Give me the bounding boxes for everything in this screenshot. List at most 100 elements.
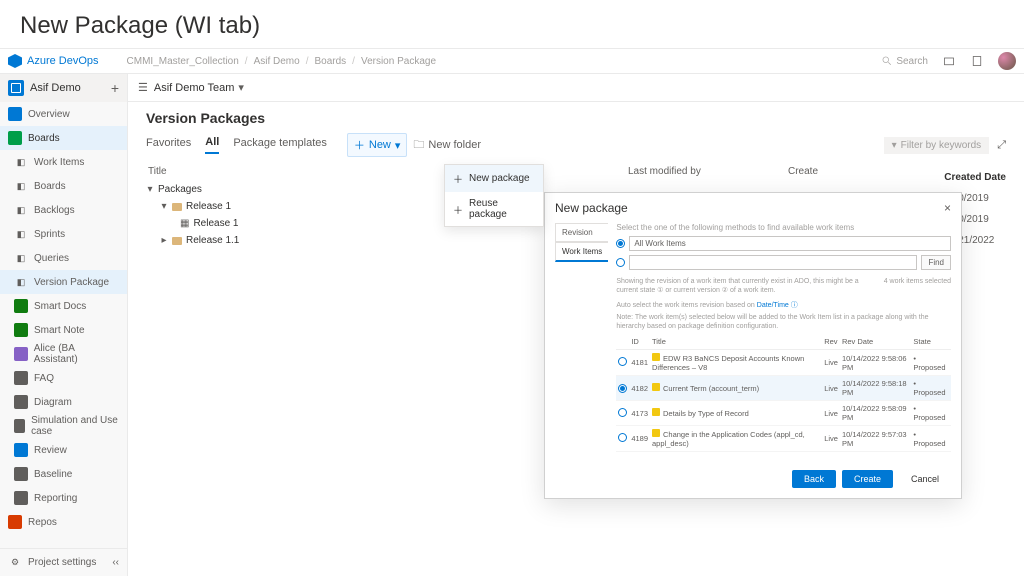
avatar[interactable] <box>998 52 1016 70</box>
sidebar-item-label: Diagram <box>34 397 72 408</box>
sidebar-item-backlogs[interactable]: ◧Backlogs <box>0 198 127 222</box>
cell-rev: Live <box>822 376 840 401</box>
tab-all[interactable]: All <box>205 136 219 154</box>
crumb[interactable]: Version Package <box>361 56 436 67</box>
page-title: New Package (WI tab) <box>0 0 1024 48</box>
back-button[interactable]: Back <box>792 470 836 488</box>
nav-icon <box>14 491 28 505</box>
tab-templates[interactable]: Package templates <box>233 137 327 153</box>
sidebar-item-simulation-and-use-case[interactable]: Simulation and Use case <box>0 414 127 438</box>
create-button[interactable]: Create <box>842 470 893 488</box>
dropdown-item-new-package[interactable]: ＋New package <box>445 165 543 192</box>
settings-icon[interactable] <box>970 54 984 68</box>
team-name[interactable]: Asif Demo Team <box>154 82 235 94</box>
table-row[interactable]: 4182Current Term (account_term)Live10/14… <box>616 376 951 401</box>
sidebar-item-review[interactable]: Review <box>0 438 127 462</box>
row-radio[interactable] <box>618 357 627 366</box>
modal-note2: Auto select the work items revision base… <box>616 301 951 310</box>
sidebar-item-label: Version Package <box>34 277 109 288</box>
nav-icon <box>14 395 28 409</box>
sidebar-item-label: Reporting <box>34 493 77 504</box>
cell-date: 10/14/2022 9:58:18 PM <box>840 376 911 401</box>
row-radio[interactable] <box>618 384 627 393</box>
col-create: Create <box>786 162 846 181</box>
sidebar-item-sprints[interactable]: ◧ Sprints <box>0 222 127 246</box>
radio-query[interactable] <box>616 258 625 267</box>
list-icon: ☰ <box>138 81 148 94</box>
collapse-icon[interactable]: ‹‹ <box>112 557 119 568</box>
marketplace-icon[interactable] <box>942 54 956 68</box>
project-header[interactable]: Asif Demo + <box>0 74 127 102</box>
nav-icon <box>14 347 28 361</box>
nav-icon: ◧ <box>14 275 28 289</box>
team-bar: ☰ Asif Demo Team ▾ <box>128 74 1024 102</box>
new-folder-button[interactable]: 🗀 New folder <box>413 136 481 155</box>
sidebar-item-faq[interactable]: FAQ <box>0 366 127 390</box>
sidebar-item-boards[interactable]: Boards <box>0 126 127 150</box>
section-heading: Version Packages <box>146 110 1006 126</box>
row-radio[interactable] <box>618 433 627 442</box>
filter-input[interactable]: ▾Filter by keywords <box>884 137 990 154</box>
query-select[interactable] <box>629 255 917 270</box>
table-row[interactable]: 4189Change in the Application Codes (app… <box>616 426 951 452</box>
table-row[interactable]: 4173Details by Type of RecordLive10/14/2… <box>616 401 951 426</box>
sidebar-item-label: Backlogs <box>34 205 75 216</box>
chevron-down-icon[interactable]: ▾ <box>238 81 244 94</box>
sidebar-item-smart-note[interactable]: Smart Note <box>0 318 127 342</box>
package-icon: ▦ <box>180 218 189 229</box>
tab-favorites[interactable]: Favorites <box>146 137 191 153</box>
sidebar-item-reporting[interactable]: Reporting <box>0 486 127 510</box>
chevron-down-icon: ▾ <box>395 139 401 152</box>
modal-tab-work-items[interactable]: Work Items <box>555 242 608 262</box>
modal-note: Showing the revision of a work item that… <box>616 277 877 295</box>
azure-devops-logo-icon <box>8 54 22 68</box>
nav-icon <box>8 515 22 529</box>
datetime-link[interactable]: Date/Time ⓘ <box>757 302 798 309</box>
sidebar-item-version-package[interactable]: ◧ Version Package <box>0 270 127 294</box>
close-icon[interactable]: × <box>944 201 951 215</box>
cell-title: Change in the Application Codes (appl_cd… <box>650 426 822 452</box>
sidebar-item-baseline[interactable]: Baseline <box>0 462 127 486</box>
find-button[interactable]: Find <box>921 255 951 270</box>
sidebar-item-work-items[interactable]: ◧Work Items <box>0 150 127 174</box>
add-icon[interactable]: + <box>111 80 119 96</box>
cell-id: 4189 <box>629 426 650 452</box>
crumb[interactable]: Boards <box>314 56 346 67</box>
nav-icon: ◧ <box>14 227 28 241</box>
tree-label: Release 1 <box>186 201 231 212</box>
nav-icon <box>14 443 28 457</box>
brand-label[interactable]: Azure DevOps <box>27 55 99 67</box>
sidebar-item-overview[interactable]: Overview <box>0 102 127 126</box>
sidebar-item-label: Sprints <box>34 229 65 240</box>
sidebar-item-label: Smart Docs <box>34 301 86 312</box>
sidebar-item-repos[interactable]: Repos <box>0 510 127 534</box>
expand-icon[interactable]: ⤢ <box>997 139 1006 152</box>
sidebar-item-label: Work Items <box>34 157 84 168</box>
cell-date: 10/14/2022 9:58:06 PM <box>840 350 911 376</box>
sidebar-item-queries[interactable]: ◧Queries <box>0 246 127 270</box>
sidebar-item-label: Boards <box>28 133 60 144</box>
dropdown-item-reuse-package[interactable]: ＋Reuse package <box>445 192 543 226</box>
cancel-button[interactable]: Cancel <box>899 470 951 488</box>
breadcrumb: CMMI_Master_Collection/ Asif Demo/ Board… <box>127 56 436 67</box>
sidebar-item-label: Simulation and Use case <box>31 415 119 437</box>
chevron-down-icon: ▾ <box>146 184 154 195</box>
search-input[interactable]: Search <box>882 56 928 67</box>
sidebar-item-label: Alice (BA Assistant) <box>34 343 119 365</box>
crumb[interactable]: CMMI_Master_Collection <box>127 56 239 67</box>
work-items-select[interactable] <box>629 236 951 251</box>
crumb[interactable]: Asif Demo <box>254 56 300 67</box>
cell-state: • Proposed <box>911 376 951 401</box>
table-header: State <box>911 334 951 350</box>
sidebar-item-alice-ba-assistant-[interactable]: Alice (BA Assistant) <box>0 342 127 366</box>
sidebar-item-diagram[interactable]: Diagram <box>0 390 127 414</box>
sidebar-item-smart-docs[interactable]: Smart Docs <box>0 294 127 318</box>
col-created: Created Date <box>944 172 1006 183</box>
radio-all-work-items[interactable] <box>616 239 625 248</box>
table-row[interactable]: 4181EDW R3 BaNCS Deposit Accounts Known … <box>616 350 951 376</box>
project-settings[interactable]: ⚙ Project settings ‹‹ <box>0 548 127 576</box>
modal-tab-revision[interactable]: Revision <box>555 223 608 242</box>
sidebar-item-boards[interactable]: ◧Boards <box>0 174 127 198</box>
row-radio[interactable] <box>618 408 627 417</box>
new-button[interactable]: ＋ New ▾ <box>347 133 408 157</box>
